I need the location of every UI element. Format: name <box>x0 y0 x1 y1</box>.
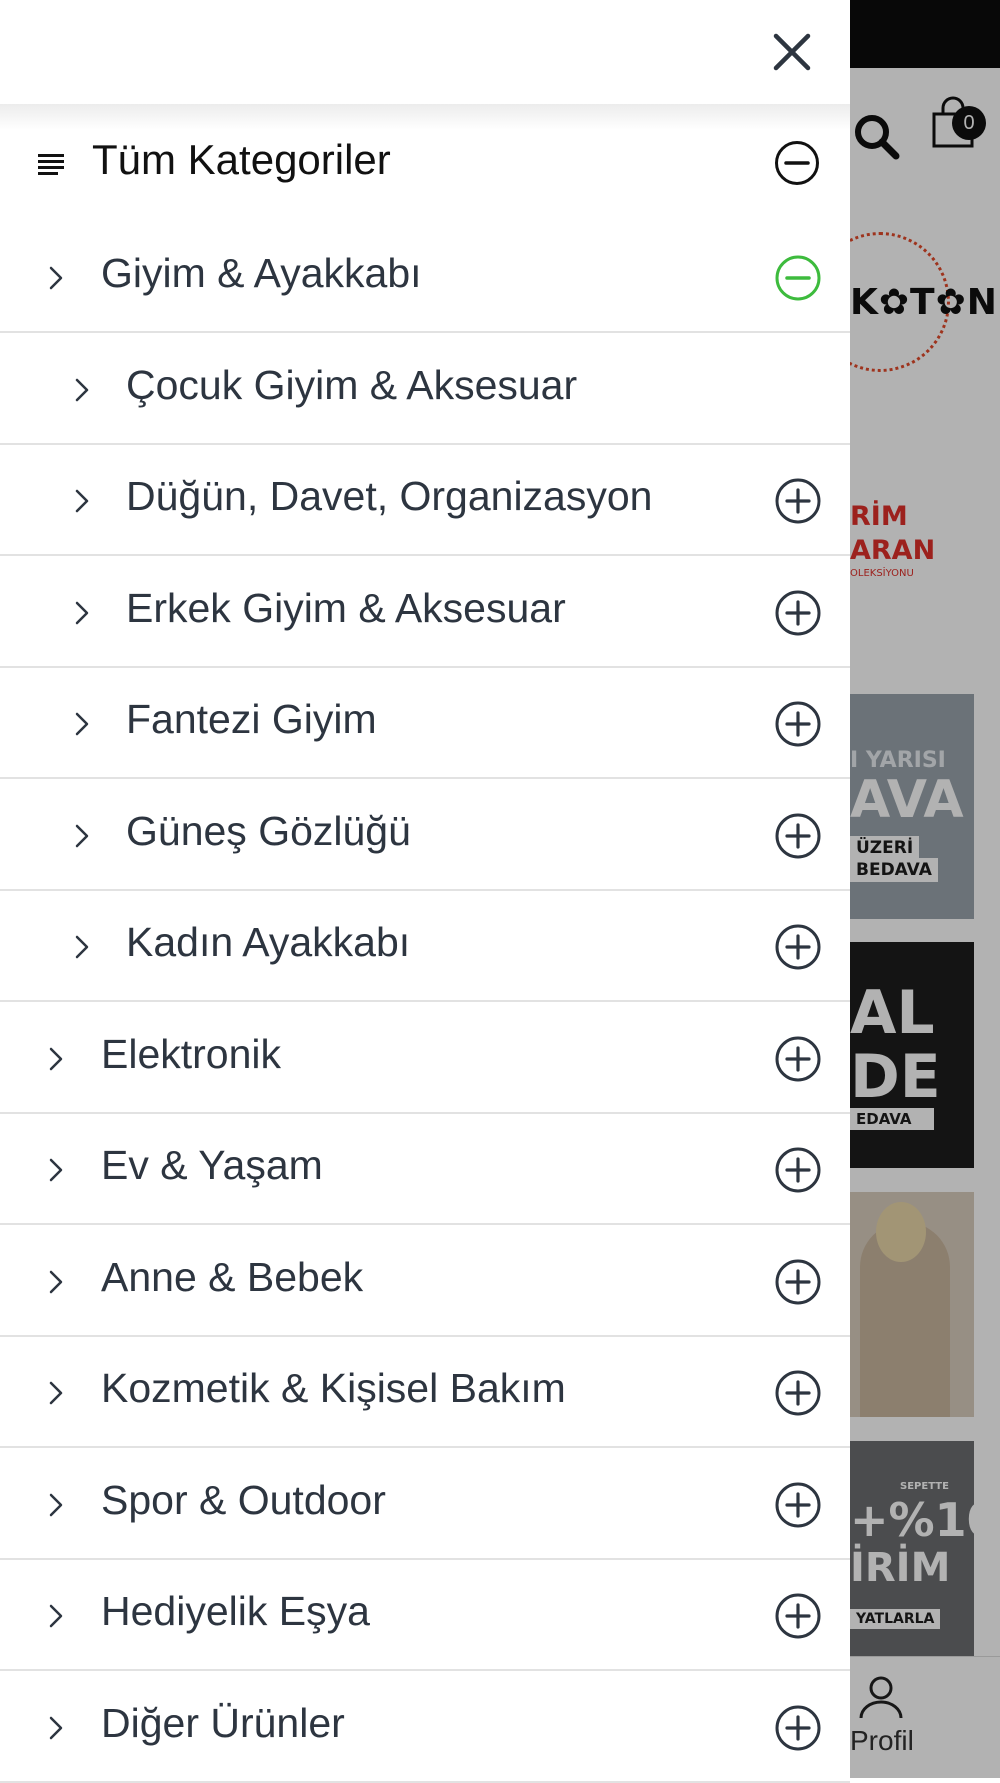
plus-circle-icon[interactable] <box>774 1146 822 1194</box>
plus-circle-icon[interactable] <box>774 1704 822 1752</box>
chevron-right-icon <box>75 935 89 959</box>
category-item[interactable]: Diğer Ürünler <box>0 1672 850 1783</box>
chevron-right-icon <box>75 378 89 401</box>
category-item[interactable]: Hediyelik Eşya <box>0 1560 850 1671</box>
category-drawer: Tüm Kategoriler Giyim & Ayakkabı Çocuk Gi… <box>0 0 850 1783</box>
drawer-top-bar <box>0 0 850 104</box>
chevron-right-icon <box>75 489 89 513</box>
category-item[interactable]: Elektronik <box>0 1003 850 1114</box>
category-label: Düğün, Davet, Organizasyon <box>126 473 653 519</box>
category-label: Diğer Ürünler <box>101 1699 345 1746</box>
plus-circle-icon[interactable] <box>774 923 822 971</box>
chevron-right-icon <box>49 1158 63 1182</box>
plus-circle-icon[interactable] <box>774 589 822 637</box>
category-label: Giyim & Ayakkabı <box>101 250 422 296</box>
category-label: Elektronik <box>101 1030 282 1077</box>
minus-circle-icon[interactable] <box>774 254 822 302</box>
plus-circle-icon[interactable] <box>774 1481 822 1529</box>
category-item[interactable]: Erkek Giyim & Aksesuar <box>0 557 850 668</box>
category-label: Kadın Ayakkabı <box>126 919 411 965</box>
chevron-right-icon <box>49 1493 63 1516</box>
close-icon[interactable] <box>768 28 816 76</box>
chevron-right-icon <box>49 1270 63 1293</box>
list-icon <box>38 154 64 175</box>
category-label: Fantezi Giyim <box>126 696 377 742</box>
category-label: Erkek Giyim & Aksesuar <box>126 584 566 631</box>
category-label: Kozmetik & Kişisel Bakım <box>101 1365 566 1411</box>
plus-circle-icon[interactable] <box>774 700 822 748</box>
chevron-right-icon <box>49 1381 63 1405</box>
category-item[interactable]: Kadın Ayakkabı <box>0 891 850 1002</box>
category-label: Ev & Yaşam <box>101 1142 323 1188</box>
plus-circle-icon[interactable] <box>774 1592 822 1640</box>
category-item[interactable]: Ev & Yaşam <box>0 1114 850 1225</box>
chevron-right-icon <box>75 601 89 624</box>
category-label: Güneş Gözlüğü <box>126 807 411 854</box>
category-item[interactable]: Spor & Outdoor <box>0 1449 850 1560</box>
category-label: Anne & Bebek <box>101 1253 364 1300</box>
plus-circle-icon[interactable] <box>774 477 822 525</box>
category-label: Çocuk Giyim & Aksesuar <box>126 361 578 408</box>
category-item[interactable]: Düğün, Davet, Organizasyon <box>0 445 850 556</box>
chevron-right-icon <box>49 1047 63 1070</box>
plus-circle-icon[interactable] <box>774 1258 822 1306</box>
category-item[interactable]: Giyim & Ayakkabı <box>0 222 850 333</box>
category-item[interactable]: Güneş Gözlüğü <box>0 780 850 891</box>
plus-circle-icon[interactable] <box>774 1369 822 1417</box>
chevron-right-icon <box>75 712 89 736</box>
category-label: Hediyelik Eşya <box>101 1588 370 1634</box>
divider <box>0 1780 850 1783</box>
category-item[interactable]: Çocuk Giyim & Aksesuar <box>0 334 850 445</box>
chevron-right-icon <box>49 1604 63 1628</box>
category-item[interactable]: Kozmetik & Kişisel Bakım <box>0 1337 850 1448</box>
all-categories-title[interactable]: Tüm Kategoriler <box>92 136 391 184</box>
plus-circle-icon[interactable] <box>774 812 822 860</box>
chevron-right-icon <box>75 824 89 847</box>
plus-circle-icon[interactable] <box>774 1035 822 1083</box>
category-item[interactable]: Fantezi Giyim <box>0 668 850 779</box>
chevron-right-icon <box>49 266 63 290</box>
chevron-right-icon <box>49 1716 63 1739</box>
minus-circle-icon[interactable] <box>774 140 820 186</box>
category-label: Spor & Outdoor <box>101 1476 386 1523</box>
category-item[interactable]: Anne & Bebek <box>0 1226 850 1337</box>
